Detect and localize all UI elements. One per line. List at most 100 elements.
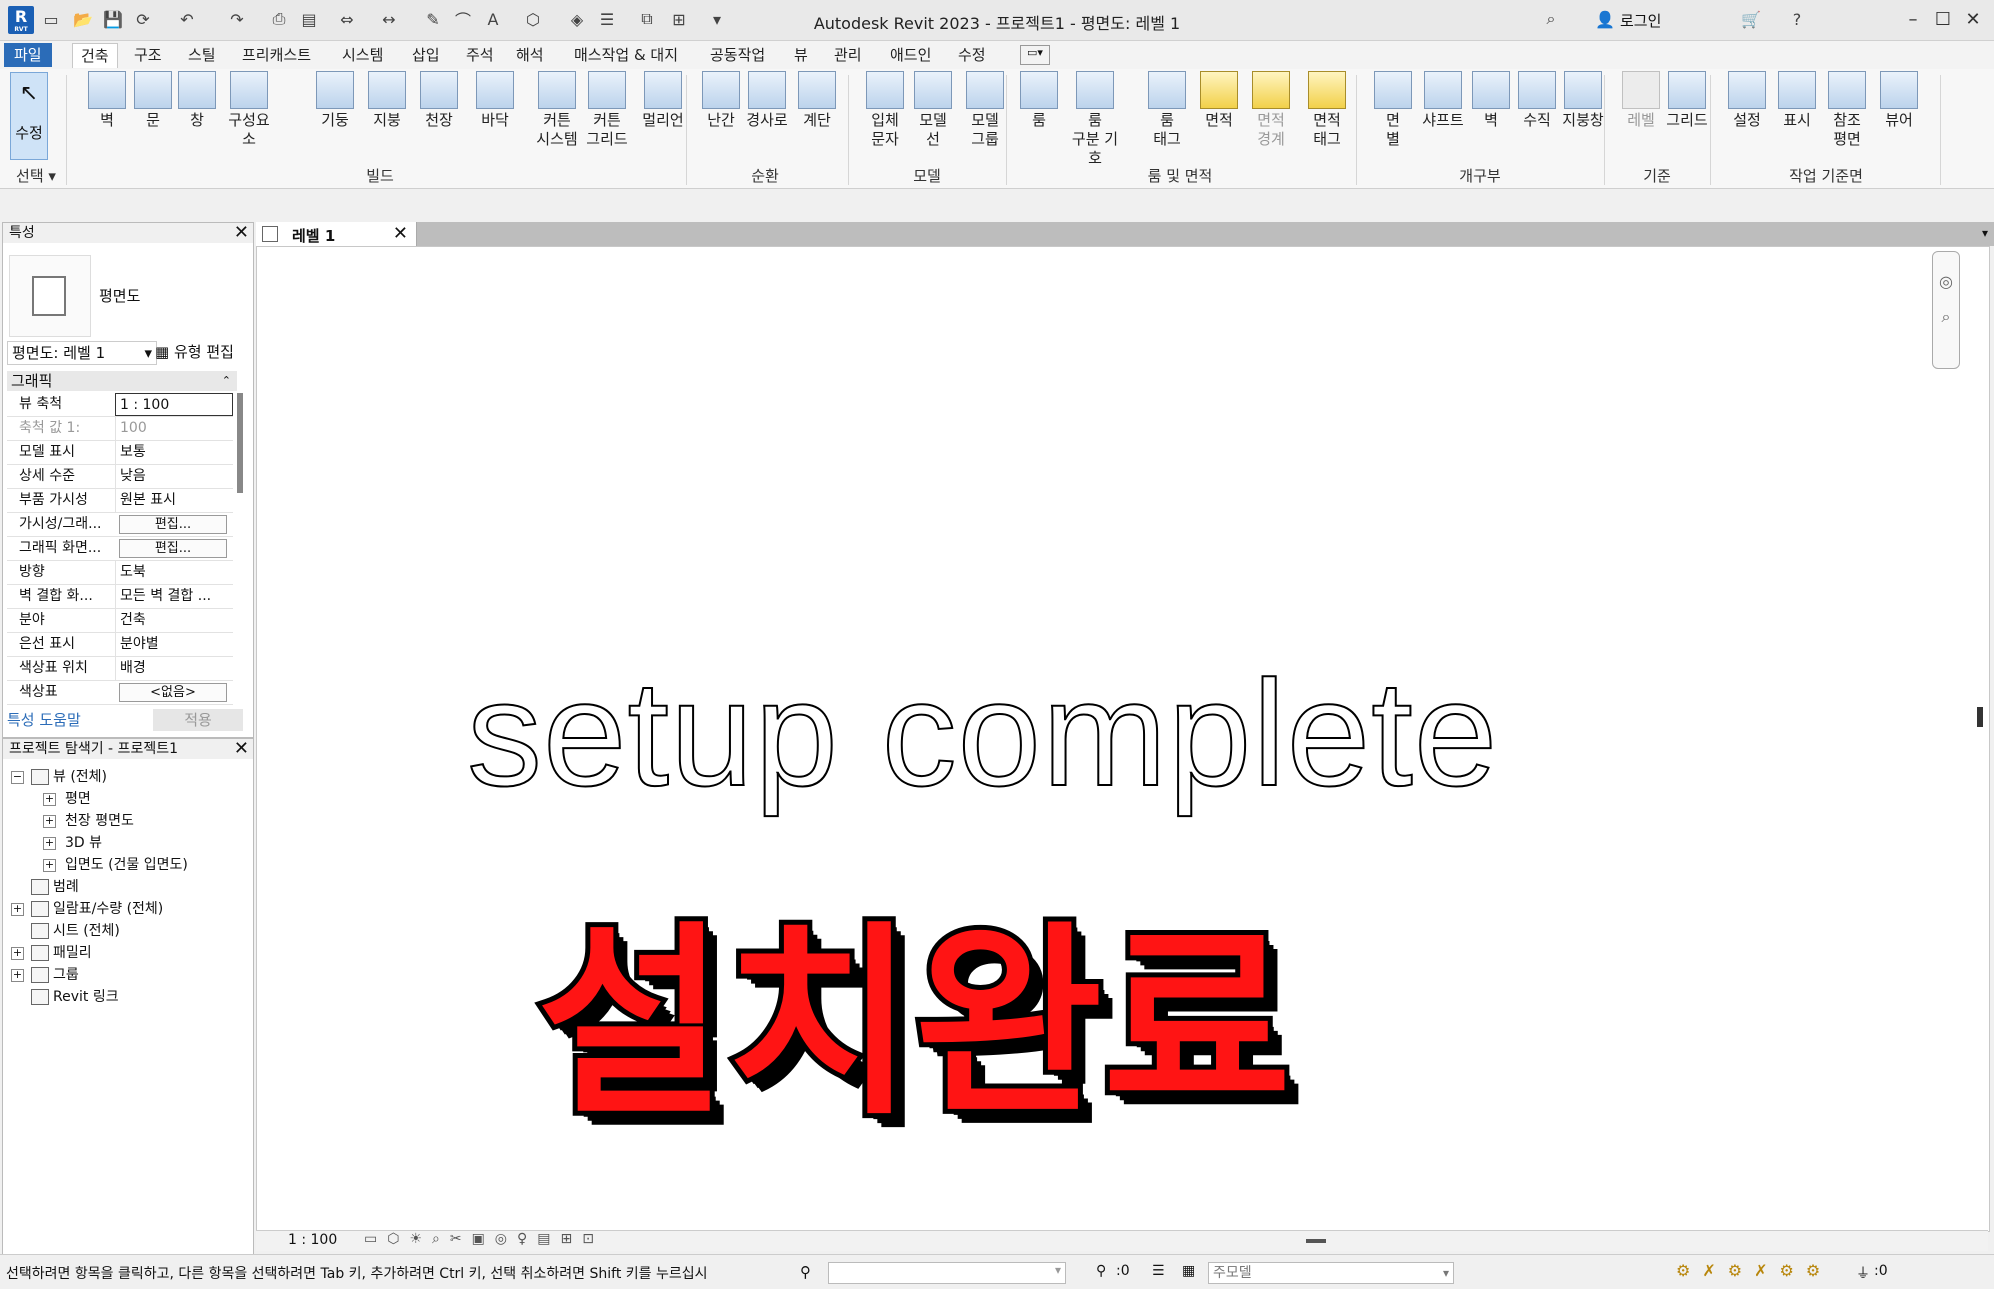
tab-13[interactable]: 애드인 <box>882 43 939 67</box>
ribbon-button-model-1[interactable]: 입체 문자 <box>858 71 912 149</box>
ribbon-button-build-3[interactable]: 창 <box>170 71 224 130</box>
workset-icon[interactable]: ⚲ <box>800 1263 811 1281</box>
ribbon-button-room-5[interactable]: 면적 경계 <box>1244 71 1298 149</box>
close-icon[interactable]: ✕ <box>234 739 249 759</box>
selection-filter-icons[interactable]: ⚙✗⚙✗⚙⚙ <box>1676 1261 1832 1280</box>
browser-item[interactable]: 그룹 <box>31 965 79 985</box>
cart-icon[interactable]: 🛒 <box>1740 8 1762 30</box>
user-icon[interactable]: 👤 <box>1594 8 1616 30</box>
tab-11[interactable]: 뷰 <box>786 43 816 67</box>
ribbon-button-room-4[interactable]: 면적 <box>1192 71 1246 130</box>
property-row[interactable]: 방향 도북 <box>7 561 233 585</box>
tab-list-icon[interactable]: ▾ <box>1982 226 1988 240</box>
view-scale[interactable]: 1 : 100 <box>288 1232 337 1248</box>
property-row[interactable]: 뷰 축척 1 : 100 <box>7 393 233 417</box>
tab-8[interactable]: 해석 <box>508 43 552 67</box>
property-row[interactable]: 부품 가시성 원본 표시 <box>7 489 233 513</box>
ribbon-button-build-10[interactable]: 커튼 그리드 <box>580 71 634 149</box>
property-row[interactable]: 색상표 위치 배경 <box>7 657 233 681</box>
ribbon-button-build-5[interactable]: 기둥 <box>308 71 362 130</box>
tree-expander-icon[interactable]: + <box>11 903 24 916</box>
ribbon-button-room-2[interactable]: 룸 구분 기호 <box>1068 71 1122 168</box>
browser-item[interactable]: 입면도 (건물 입면도) <box>65 855 188 875</box>
browser-item[interactable]: 일람표/수량 (전체) <box>31 899 163 919</box>
zoom-icon[interactable]: ⌕ <box>1933 307 1959 327</box>
property-value[interactable]: 도북 <box>115 561 233 584</box>
property-row[interactable]: 은선 표시 분야별 <box>7 633 233 657</box>
tab-2[interactable]: 구조 <box>126 43 170 67</box>
ribbon-button-model-3[interactable]: 모델 그룹 <box>958 71 1012 149</box>
close-window-button[interactable]: ✕ <box>1958 6 1988 34</box>
ribbon-button-opening-1[interactable]: 면 별 <box>1366 71 1420 149</box>
tab-5[interactable]: 시스템 <box>334 43 391 67</box>
properties-help-link[interactable]: 특성 도움말 <box>7 709 81 730</box>
tree-expander-icon[interactable]: + <box>43 815 56 828</box>
view-selector[interactable]: 평면도: 레벨 1 ▾ <box>7 341 157 365</box>
property-row[interactable]: 축척 값 1: 100 <box>7 417 233 441</box>
search-binoculars-icon[interactable]: ⌕ <box>1540 8 1562 30</box>
tab-1[interactable]: 건축 <box>72 43 118 68</box>
tree-expander-icon[interactable]: + <box>43 837 56 850</box>
design-options-icon[interactable]: ☰ <box>1152 1263 1165 1279</box>
property-row[interactable]: 모델 표시 보통 <box>7 441 233 465</box>
property-edit-button[interactable]: <없음> <box>119 683 227 702</box>
tree-expander-icon[interactable]: + <box>11 969 24 982</box>
close-tab-icon[interactable]: ✕ <box>393 223 408 244</box>
tab-7[interactable]: 주석 <box>458 43 502 67</box>
apply-button[interactable]: 적용 <box>153 709 243 731</box>
property-row[interactable]: 그래픽 화면... 편집... <box>7 537 233 561</box>
minimize-button[interactable]: – <box>1898 6 1928 34</box>
browser-item[interactable]: 뷰 (전체) <box>31 767 107 787</box>
browser-item[interactable]: 천장 평면도 <box>65 811 134 831</box>
tab-9[interactable]: 매스작업 & 대지 <box>566 43 686 67</box>
ribbon-button-model-2[interactable]: 모델 선 <box>906 71 960 149</box>
scrollbar-thumb[interactable] <box>237 393 243 493</box>
property-value[interactable]: 모든 벽 결합 ... <box>115 585 233 608</box>
main-model-icon[interactable]: ▦ <box>1182 1263 1195 1279</box>
tab-level-1[interactable]: 레벨 1 ✕ <box>256 222 417 246</box>
close-icon[interactable]: ✕ <box>234 223 249 243</box>
ribbon-button-workplane-2[interactable]: 표시 <box>1770 71 1824 130</box>
ribbon-button-opening-2[interactable]: 샤프트 <box>1416 71 1470 130</box>
property-row[interactable]: 분야 건축 <box>7 609 233 633</box>
canvas-scroll-handle[interactable] <box>1977 707 1983 727</box>
filter-icon[interactable]: ⏚ <box>1856 1263 1870 1283</box>
browser-item[interactable]: 패밀리 <box>31 943 92 963</box>
tab-4[interactable]: 프리캐스트 <box>234 43 319 67</box>
browser-item[interactable]: 범례 <box>31 877 79 897</box>
property-value[interactable]: 원본 표시 <box>115 489 233 512</box>
browser-item[interactable]: 평면 <box>65 789 91 809</box>
property-value[interactable]: 낮음 <box>115 465 233 488</box>
section-graphics[interactable]: 그래픽 ⌃ <box>7 371 237 391</box>
editable-only-icon[interactable]: ⚲ <box>1096 1263 1106 1279</box>
property-edit-button[interactable]: 편집... <box>119 515 227 534</box>
tab-3[interactable]: 스틸 <box>180 43 224 67</box>
collapse-icon[interactable]: ⌃ <box>222 371 231 391</box>
tree-expander-icon[interactable]: + <box>43 859 56 872</box>
ribbon-button-room-3[interactable]: 룸 태그 <box>1140 71 1194 149</box>
tree-expander-icon[interactable]: − <box>11 771 24 784</box>
property-row[interactable]: 색상표 <없음> <box>7 681 233 705</box>
tab-10[interactable]: 공동작업 <box>702 43 773 67</box>
maximize-button[interactable]: ☐ <box>1928 6 1958 34</box>
group-label-select[interactable]: 선택 ▾ <box>8 165 64 186</box>
design-option-select[interactable]: 주모델 ▾ <box>1208 1262 1454 1284</box>
property-value[interactable]: 보통 <box>115 441 233 464</box>
login-link[interactable]: 로그인 <box>1620 10 1661 31</box>
ribbon-button-circulation-3[interactable]: 계단 <box>790 71 844 130</box>
ribbon-button-build-6[interactable]: 지붕 <box>360 71 414 130</box>
ribbon-button-workplane-3[interactable]: 참조 평면 <box>1820 71 1874 149</box>
property-edit-button[interactable]: 편집... <box>119 539 227 558</box>
property-row[interactable]: 상세 수준 낮음 <box>7 465 233 489</box>
ribbon-button-room-6[interactable]: 면적 태그 <box>1300 71 1354 149</box>
tab-file[interactable]: 파일 <box>4 43 52 67</box>
ribbon-button-build-9[interactable]: 커튼 시스템 <box>530 71 584 149</box>
ribbon-options-icon[interactable]: ▭▾ <box>1020 45 1050 65</box>
ribbon-button-room-1[interactable]: 룸 <box>1012 71 1066 130</box>
modify-tool-button[interactable]: ↖ 수정 <box>10 72 48 160</box>
ribbon-button-build-11[interactable]: 멀리언 <box>636 71 690 130</box>
ribbon-button-circulation-2[interactable]: 경사로 <box>740 71 794 130</box>
ribbon-button-build-4[interactable]: 구성요소 <box>222 71 276 149</box>
property-row[interactable]: 가시성/그래... 편집... <box>7 513 233 537</box>
property-value[interactable]: 분야별 <box>115 633 233 656</box>
